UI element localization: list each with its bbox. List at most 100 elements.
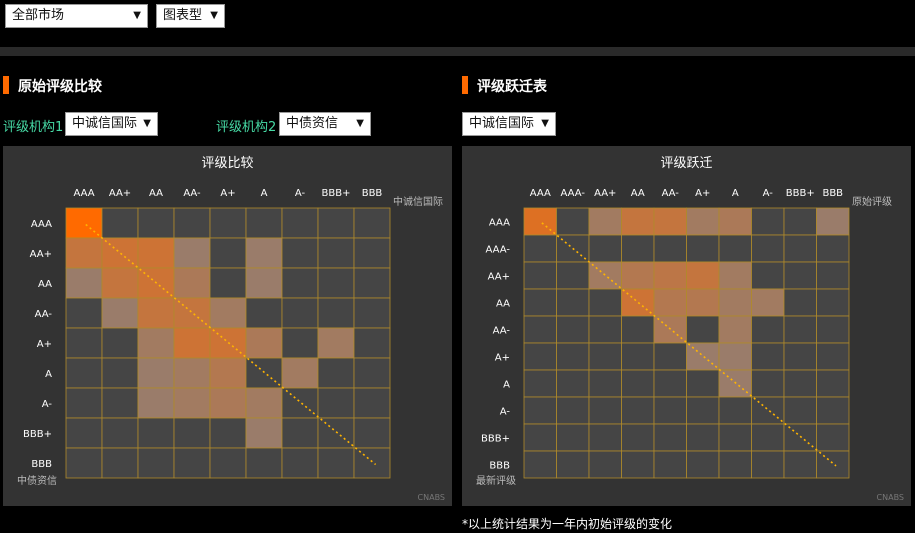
heatmap-cell [137, 327, 175, 359]
heatmap-cell [173, 387, 211, 419]
section-title-migration: 评级跃迁表 [477, 79, 547, 95]
heatmap-cell [281, 357, 319, 389]
y-tick-label: A [45, 369, 52, 380]
y-tick-label: BBB [31, 459, 52, 470]
heatmap-cell [556, 369, 590, 398]
heatmap-cell [556, 288, 590, 317]
heatmap-cell [556, 315, 590, 344]
agency2-select[interactable]: 中债资信 ▼ [279, 112, 371, 136]
heatmap-cell [523, 396, 557, 425]
heatmap-cell [556, 396, 590, 425]
heatmap-cell [653, 423, 687, 452]
heatmap-cell [621, 288, 655, 317]
heatmap-cell [621, 396, 655, 425]
heatmap-cell [718, 315, 752, 344]
x-tick-label: AA [149, 188, 163, 199]
heatmap-cell [653, 288, 687, 317]
heatmap-cell [65, 387, 103, 419]
y-tick-label: BBB+ [481, 434, 510, 445]
heatmap-cell [281, 387, 319, 419]
heatmap-cell [816, 342, 850, 371]
heatmap-cell [621, 369, 655, 398]
heatmap-cell [245, 447, 283, 479]
agency1-select[interactable]: 中诚信国际 ▼ [65, 112, 158, 136]
heatmap-cell [588, 450, 622, 479]
heatmap-cell [751, 369, 785, 398]
heatmap-cell [686, 261, 720, 290]
heatmap-cell [137, 417, 175, 449]
heatmap-cell [245, 237, 283, 269]
heatmap-cell [653, 342, 687, 371]
heatmap-cell [281, 327, 319, 359]
y-tick-label: AAA [489, 218, 510, 229]
heatmap-cell [621, 234, 655, 263]
heatmap-cell [281, 297, 319, 329]
heatmap-cell [209, 447, 247, 479]
x-tick-label: AAA [73, 188, 94, 199]
x-tick-label: AA [631, 188, 645, 199]
migration-agency-select[interactable]: 中诚信国际 ▼ [462, 112, 556, 136]
heatmap-cell [816, 288, 850, 317]
heatmap-cell [588, 261, 622, 290]
y-tick-label: AAA [31, 219, 52, 230]
heatmap-cell [751, 396, 785, 425]
heatmap-cell [523, 234, 557, 263]
heatmap-cell [588, 342, 622, 371]
heatmap-cell [751, 342, 785, 371]
heatmap-cell [65, 357, 103, 389]
heatmap-cell [588, 207, 622, 236]
y-tick-label: AA- [35, 309, 53, 320]
chevron-down-icon: ▼ [133, 10, 141, 21]
heatmap-cell [523, 450, 557, 479]
x-tick-label: BBB [822, 188, 843, 199]
x-tick-label: BBB+ [322, 188, 351, 199]
heatmap-cell [751, 234, 785, 263]
heatmap-cell [245, 297, 283, 329]
view-select[interactable]: 图表型 ▼ [156, 4, 225, 28]
heatmap-cell [556, 423, 590, 452]
heatmap-cell [783, 234, 817, 263]
rating-compare-panel: 评级比较 AAA AA+ AA AA- A+ A A- BBB+ BBB AAA AA+ AA AA- A… [3, 146, 452, 506]
market-select-value: 全部市场 [12, 8, 65, 23]
heatmap-cell [686, 207, 720, 236]
heatmap-cell [816, 234, 850, 263]
heatmap-cell [353, 267, 391, 299]
heatmap-cell [317, 417, 355, 449]
heatmap-cell [686, 342, 720, 371]
heatmap-cell [137, 447, 175, 479]
heatmap-cell [523, 342, 557, 371]
heatmap-cell [245, 387, 283, 419]
section-marker [3, 76, 9, 94]
heatmap-cell [653, 396, 687, 425]
heatmap-cell [353, 417, 391, 449]
heatmap-cell [137, 237, 175, 269]
x-axis-label: 原始评级 [852, 195, 892, 208]
y-tick-label: A [503, 380, 510, 391]
heatmap-cell [245, 417, 283, 449]
rating-compare-heatmap: AAA AA+ AA AA- A+ A A- BBB+ BBBAAAAA+AAAA-A+AA-B… [17, 188, 445, 502]
heatmap-cell [621, 261, 655, 290]
heatmap-cell [816, 369, 850, 398]
heatmap-cell [317, 357, 355, 389]
heatmap-cell [523, 369, 557, 398]
heatmap-cell [245, 267, 283, 299]
heatmap-cell [209, 357, 247, 389]
heatmap-cell [353, 237, 391, 269]
heatmap-cell [353, 447, 391, 479]
heatmap-cell [523, 315, 557, 344]
heatmap-cell [783, 315, 817, 344]
heatmap-cell [816, 207, 850, 236]
heatmap-cell [686, 369, 720, 398]
heatmap-cell [101, 327, 139, 359]
x-axis-label: 中诚信国际 [393, 195, 443, 208]
x-tick-label: AA- [662, 188, 680, 199]
agency2-select-value: 中债资信 [286, 116, 339, 131]
heatmap-cell [816, 315, 850, 344]
heatmap-cell [209, 297, 247, 329]
x-tick-label: BBB+ [786, 188, 815, 199]
heatmap-cell [281, 207, 319, 239]
heatmap-cell [718, 450, 752, 479]
market-select[interactable]: 全部市场 ▼ [5, 4, 148, 28]
heatmap-cell [209, 387, 247, 419]
heatmap-cell [653, 369, 687, 398]
